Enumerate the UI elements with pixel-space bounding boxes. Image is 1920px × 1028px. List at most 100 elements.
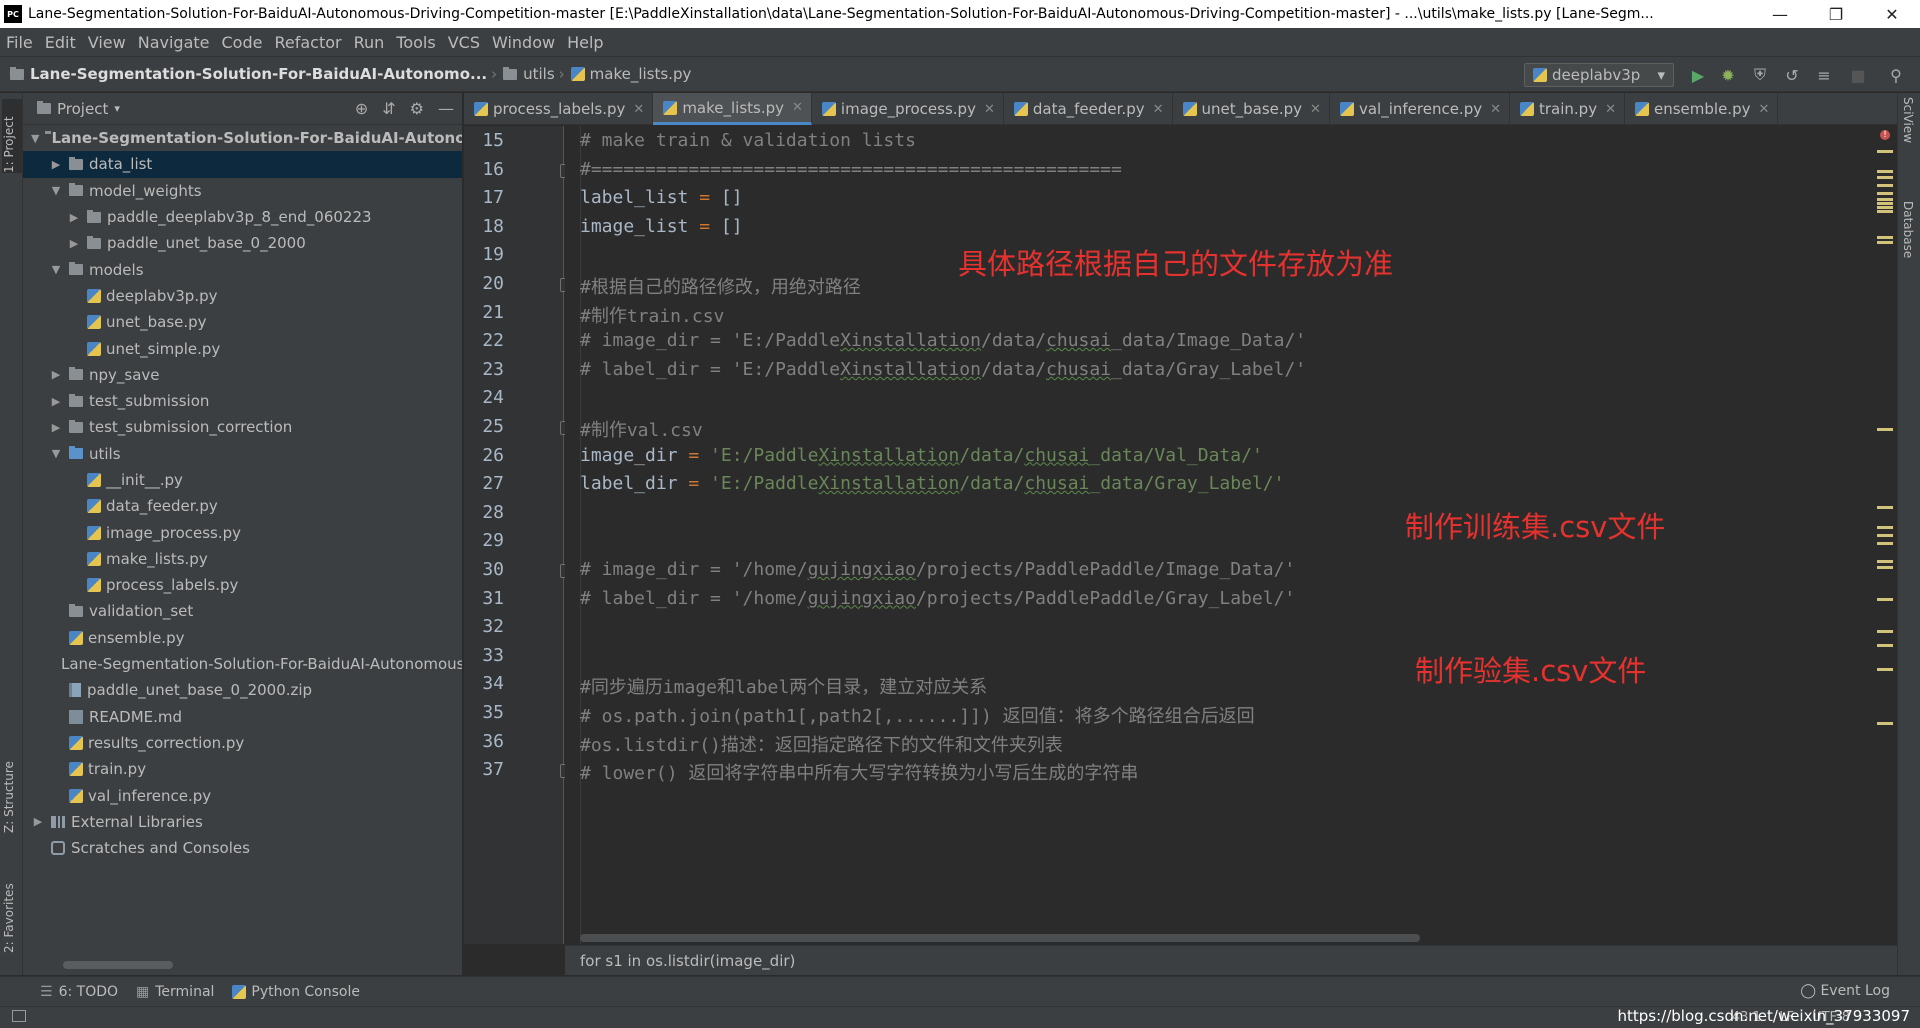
menu-item-file[interactable]: File [0,33,39,52]
gear-icon[interactable]: ⚙ [410,99,424,118]
tree-node[interactable]: paddle_unet_base_0_2000.zip [23,677,462,703]
stripe-marker[interactable] [1877,542,1893,545]
tree-node[interactable]: unet_simple.py [23,335,462,361]
code-line[interactable]: #制作train.csv [580,302,724,328]
code-breadcrumb-label[interactable]: for s1 in os.listdir(image_dir) [580,952,795,970]
tree-node[interactable]: deeplabv3p.py [23,283,462,309]
tree-node[interactable]: ▶ npy_save [23,362,462,388]
tree-node[interactable]: results_correction.py [23,730,462,756]
tab-ensemble-py[interactable]: ensemble.py ✕ [1625,93,1779,125]
tab-structure-tool[interactable]: Z: Structure [2,743,22,833]
maximize-icon[interactable]: ❐ [1808,0,1864,28]
tree-node[interactable]: image_process.py [23,519,462,545]
tab-process-labels-py[interactable]: process_labels.py ✕ [464,93,654,125]
tree-node[interactable]: ▼ model_weights [23,178,462,204]
tree-node[interactable]: ▶ paddle_deeplabv3p_8_end_060223 [23,204,462,230]
stripe-marker[interactable] [1877,428,1893,431]
stripe-marker[interactable] [1877,526,1893,529]
code-line[interactable]: # label_dir = 'E:/PaddleXinstallation/da… [580,359,1306,380]
tree-node[interactable]: README.md [23,704,462,730]
concurrency-icon[interactable]: ≡ [1814,65,1834,85]
stripe-marker[interactable] [1877,202,1893,205]
tab-image-process-py[interactable]: image_process.py ✕ [812,93,1004,125]
code-line[interactable]: # image_dir = 'E:/PaddleXinstallation/da… [580,330,1306,351]
stripe-marker[interactable] [1877,170,1893,173]
collapse-arrow-icon[interactable]: ▶ [49,368,63,381]
menu-item-code[interactable]: Code [216,33,269,52]
tree-node[interactable]: Lane-Segmentation-Solution-For-BaiduAI-A… [23,651,462,677]
menu-item-refactor[interactable]: Refactor [268,33,347,52]
collapse-arrow-icon[interactable]: ▶ [31,815,45,828]
stripe-marker[interactable] [1877,630,1893,633]
stripe-marker[interactable] [1877,598,1893,601]
profile-icon[interactable]: ↺ [1782,65,1802,85]
stripe-marker[interactable] [1877,534,1893,537]
horizontal-scrollbar[interactable] [63,961,173,969]
minimize-icon[interactable]: — [1752,0,1808,28]
stripe-marker[interactable] [1877,236,1893,239]
tab-database-tool[interactable]: Database [1901,201,1915,281]
stripe-marker[interactable] [1877,184,1893,187]
collapse-arrow-icon[interactable]: ▶ [67,211,81,224]
collapse-arrow-icon[interactable]: ▶ [49,421,63,434]
stripe-marker[interactable] [1877,198,1893,201]
event-log-button[interactable]: ◯ Event Log [1800,983,1890,999]
expand-arrow-icon[interactable]: ▼ [49,263,63,276]
stripe-marker[interactable] [1877,206,1893,209]
code-line[interactable]: label_dir = 'E:/PaddleXinstallation/data… [580,473,1284,494]
tree-node[interactable]: ▼ Lane-Segmentation-Solution-For-BaiduAI-… [23,125,462,151]
close-tab-icon[interactable]: ✕ [792,100,803,115]
tree-node[interactable]: process_labels.py [23,572,462,598]
tree-node[interactable]: Scratches and Consoles [23,835,462,861]
menu-item-tools[interactable]: Tools [390,33,441,52]
code-line[interactable]: # label_dir = '/home/gujingxiao/projects… [580,588,1295,609]
tree-node[interactable]: ▶ test_submission [23,388,462,414]
expand-arrow-icon[interactable]: ▼ [49,184,63,197]
stop-icon[interactable]: ■ [1848,65,1868,85]
close-tab-icon[interactable]: ✕ [1758,102,1769,117]
run-configuration-select[interactable]: deeplabv3p ▾ [1524,63,1674,87]
stripe-marker[interactable] [1877,150,1893,153]
tree-node[interactable]: validation_set [23,598,462,624]
menu-item-navigate[interactable]: Navigate [132,33,216,52]
tree-node[interactable]: ▶ data_list [23,151,462,178]
code-line[interactable]: # make train & validation lists [580,130,916,151]
menu-item-view[interactable]: View [82,33,132,52]
stripe-marker[interactable] [1877,176,1893,179]
tab-make-lists-py[interactable]: make_lists.py ✕ [653,93,812,125]
code-line[interactable]: label_list = [] [580,187,743,208]
code-line[interactable]: # lower() 返回将字符串中所有大写字符转换为小写后生成的字符串 [580,759,1138,785]
breadcrumb-folder[interactable]: utils [503,65,555,83]
error-indicator-icon[interactable]: ! [1880,130,1890,140]
code-line[interactable]: image_dir = 'E:/PaddleXinstallation/data… [580,445,1263,466]
breadcrumb-file[interactable]: make_lists.py [570,65,691,83]
code-line[interactable]: # os.path.join(path1[,path2[,......]]) 返… [580,702,1255,728]
expand-arrow-icon[interactable]: ▼ [49,447,63,460]
code-editor[interactable]: 具体路径根据自己的文件存放为准 制作训练集.csv文件 制作验集.csv文件 #… [565,126,1875,944]
tab-train-py[interactable]: train.py ✕ [1510,93,1625,125]
search-icon[interactable]: ⚲ [1886,65,1906,85]
tree-node[interactable]: unet_base.py [23,309,462,335]
collapse-arrow-icon[interactable]: ▶ [67,237,81,250]
debug-icon[interactable]: ✹ [1718,65,1738,85]
menu-item-edit[interactable]: Edit [39,33,82,52]
breadcrumb-project[interactable]: Lane-Segmentation-Solution-For-BaiduAI-A… [10,65,487,83]
collapse-all-icon[interactable]: ⇵ [382,99,395,118]
tree-node[interactable]: train.py [23,756,462,782]
close-tab-icon[interactable]: ✕ [1605,102,1616,117]
code-line[interactable]: #根据自己的路径修改，用绝对路径 [580,273,861,299]
stripe-marker[interactable] [1877,668,1893,671]
tree-node[interactable]: __init__.py [23,467,462,493]
tree-node[interactable]: ▶ External Libraries [23,809,462,835]
stripe-marker[interactable] [1877,241,1893,244]
close-icon[interactable]: ✕ [1864,0,1920,28]
close-tab-icon[interactable]: ✕ [1153,102,1164,117]
tab-favorites-tool[interactable]: 2: Favorites [2,863,22,953]
close-tab-icon[interactable]: ✕ [1490,102,1501,117]
editor-horizontal-scrollbar[interactable] [580,934,1420,942]
stripe-marker[interactable] [1877,210,1893,213]
tree-node[interactable]: ▼ models [23,256,462,282]
locate-icon[interactable]: ⊕ [355,99,368,118]
stripe-marker[interactable] [1877,722,1893,725]
todo-tool-button[interactable]: ☰ 6: TODO [40,984,118,1000]
